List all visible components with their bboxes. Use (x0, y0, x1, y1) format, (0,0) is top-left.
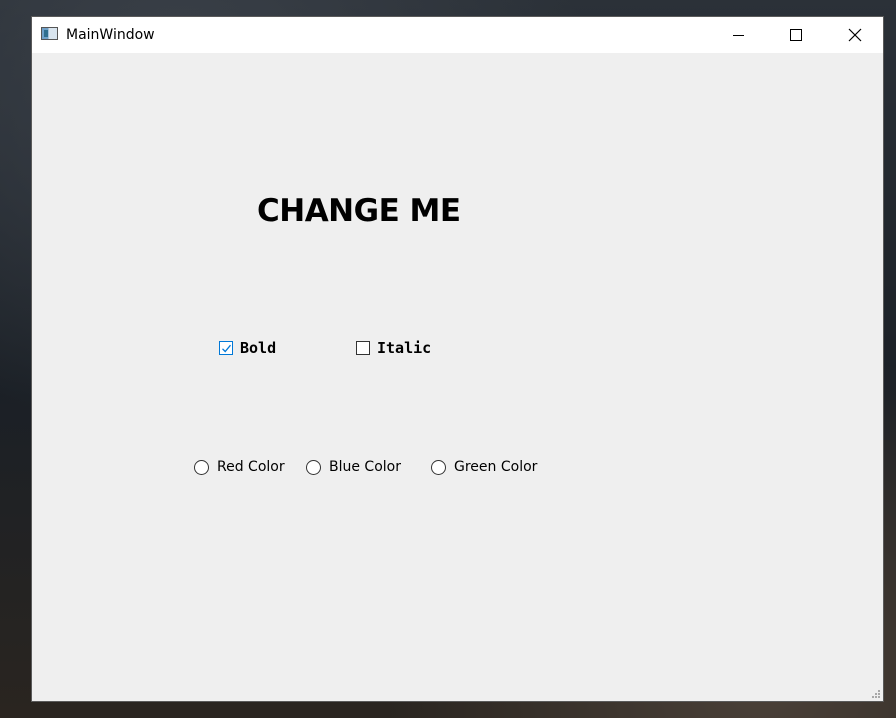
red-color-radio-label: Red Color (217, 459, 285, 475)
change-me-label: CHANGE ME (257, 193, 461, 229)
maximize-icon (790, 29, 802, 41)
red-color-radio[interactable]: Red Color (194, 458, 285, 476)
italic-checkbox-label: Italic (377, 339, 432, 357)
maximize-button[interactable] (767, 17, 825, 53)
bold-checkbox-label: Bold (240, 339, 277, 357)
title-bar[interactable]: MainWindow (32, 17, 883, 53)
resize-grip-icon[interactable] (871, 689, 881, 699)
bold-checkbox-box[interactable] (219, 341, 233, 355)
minimize-button[interactable] (709, 17, 767, 53)
close-icon (848, 28, 861, 42)
minimize-icon (732, 34, 744, 36)
green-color-radio[interactable]: Green Color (431, 458, 537, 476)
bold-checkbox[interactable]: Bold (219, 339, 276, 357)
checkmark-icon (222, 344, 231, 353)
red-color-radio-circle[interactable] (194, 459, 209, 475)
blue-color-radio[interactable]: Blue Color (306, 458, 401, 476)
blue-color-radio-circle[interactable] (306, 459, 321, 475)
window-title: MainWindow (66, 27, 155, 43)
main-window: MainWindow CHANGE ME Bold Italic Red Col… (31, 16, 884, 702)
italic-checkbox-box[interactable] (356, 341, 370, 355)
italic-checkbox[interactable]: Italic (356, 339, 431, 357)
green-color-radio-circle[interactable] (431, 459, 446, 475)
green-color-radio-label: Green Color (454, 459, 538, 475)
app-window-icon (41, 27, 58, 40)
blue-color-radio-label: Blue Color (329, 459, 401, 475)
close-button[interactable] (825, 17, 884, 53)
client-area: CHANGE ME Bold Italic Red Color Blue Col… (32, 53, 883, 701)
